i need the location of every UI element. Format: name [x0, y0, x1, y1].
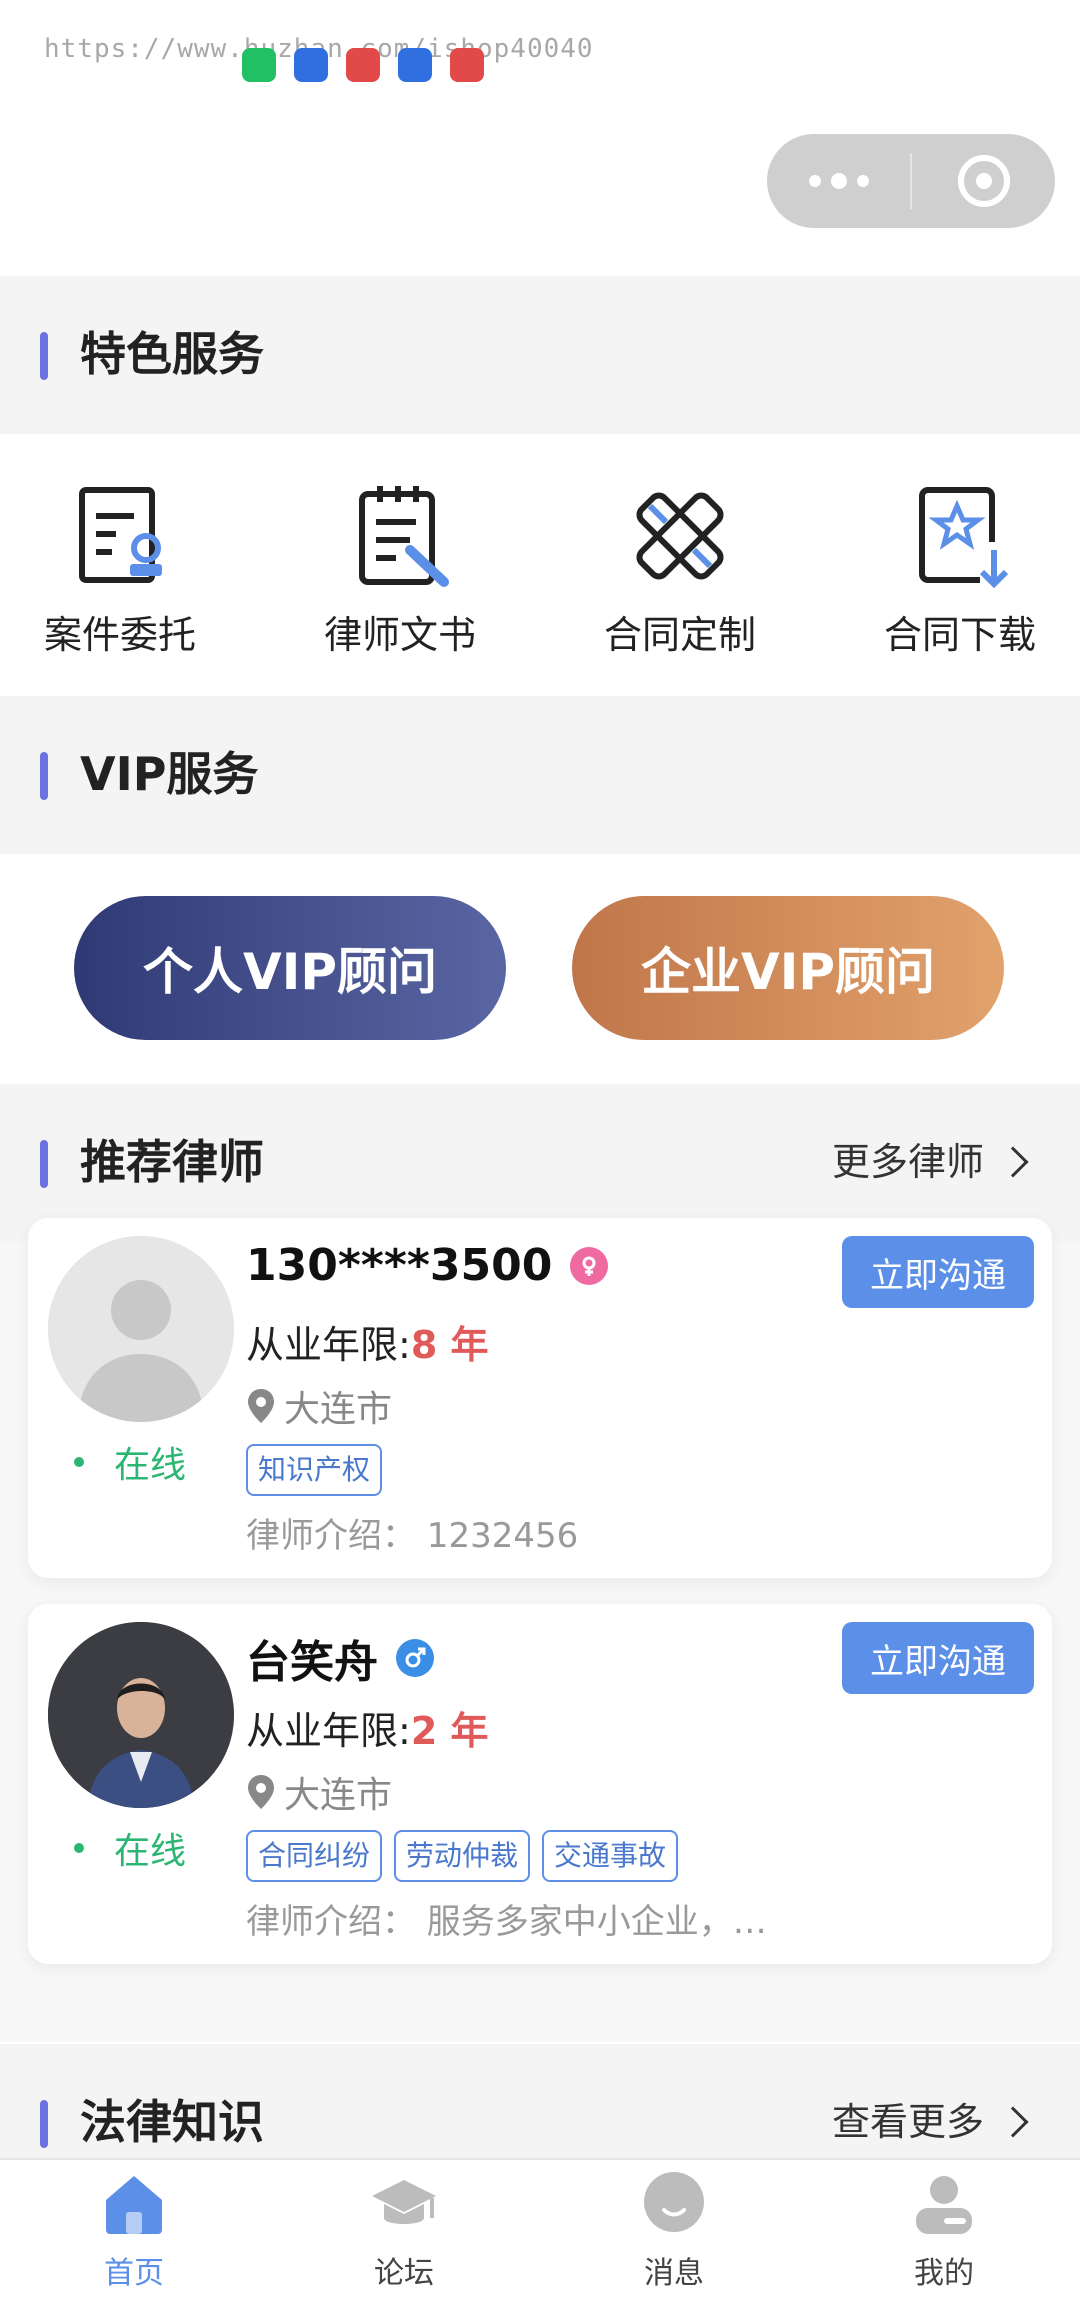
status-area: https://www.huzhan.com/ishop40040 — [0, 0, 1080, 276]
experience-years: 8 年 — [410, 1323, 489, 1367]
mini-program-capsule — [767, 134, 1055, 228]
lawyer-photo — [48, 1622, 234, 1808]
lawyers-list: 在线 130****3500 从业年限:8 年 大连市 知识产权 律师介绍： 1… — [0, 1218, 1080, 2042]
location: 大连市 — [246, 1380, 392, 1432]
online-label: 在线 — [114, 1831, 187, 1872]
feature-label: 合同下载 — [883, 613, 1036, 657]
experience-years: 2 年 — [410, 1709, 489, 1753]
app-icon-blue — [294, 48, 328, 82]
tab-mine[interactable]: 我的 — [844, 2170, 1044, 2292]
vip-section-header: VIP服务 — [0, 696, 1080, 854]
app-icon-bulb — [398, 48, 432, 82]
bottom-tab-bar: 首页 论坛 消息 我的 — [0, 2158, 1080, 2310]
vip-buttons: 个人VIP顾问 企业VIP顾问 — [0, 854, 1080, 1084]
avatar — [48, 1622, 234, 1808]
practice-tag: 知识产权 — [246, 1444, 383, 1496]
target-icon[interactable] — [912, 155, 1055, 207]
app-icon-red — [346, 48, 380, 82]
experience: 从业年限:8 年 — [246, 1314, 488, 1369]
section-accent-bar — [40, 752, 48, 800]
lawyer-card[interactable]: 在线 台笑舟 从业年限:2 年 大连市 合同纠纷 劳动仲裁 交通事故 律师介绍：… — [28, 1604, 1052, 1964]
tab-label: 我的 — [914, 2256, 974, 2291]
city-label: 大连市 — [284, 1389, 393, 1430]
feature-contract-custom[interactable]: 合同定制 — [580, 476, 780, 659]
tab-label: 首页 — [104, 2256, 164, 2291]
feature-label: 案件委托 — [43, 613, 196, 657]
features-grid: 案件委托 律师文书 合同定制 合同下载 — [0, 434, 1080, 696]
practice-tag: 劳动仲裁 — [394, 1830, 531, 1882]
feature-case-entrust[interactable]: 案件委托 — [20, 476, 220, 659]
male-icon — [396, 1639, 434, 1677]
location-pin-icon — [248, 1775, 274, 1809]
practice-tags: 合同纠纷 劳动仲裁 交通事故 — [246, 1830, 679, 1882]
default-avatar-icon — [48, 1236, 234, 1422]
section-title: 法律知识 — [80, 2095, 264, 2149]
experience-label: 从业年限: — [246, 1323, 411, 1367]
lawyer-name-text: 台笑舟 — [246, 1637, 378, 1688]
online-dot-icon — [74, 1843, 84, 1853]
personal-vip-button[interactable]: 个人VIP顾问 — [74, 896, 506, 1040]
more-lawyers-label: 更多律师 — [831, 1140, 984, 1184]
enterprise-vip-button[interactable]: 企业VIP顾问 — [572, 896, 1004, 1040]
lawyer-intro: 律师介绍： 服务多家中小企业，… — [246, 1902, 767, 1942]
view-more-label: 查看更多 — [831, 2100, 984, 2144]
section-title: 推荐律师 — [80, 1135, 264, 1189]
features-section-header: 特色服务 — [0, 276, 1080, 434]
contract-download-icon — [919, 487, 1009, 589]
feature-label: 律师文书 — [323, 613, 476, 657]
practice-tag: 合同纠纷 — [246, 1830, 383, 1882]
lawyer-document-icon — [359, 486, 449, 587]
user-icon — [916, 2176, 972, 2234]
feature-contract-download[interactable]: 合同下载 — [860, 476, 1060, 659]
home-icon — [106, 2176, 162, 2234]
tab-label: 消息 — [644, 2256, 704, 2291]
more-lawyers-link[interactable]: 更多律师 — [831, 1134, 1029, 1190]
tab-label: 论坛 — [374, 2256, 434, 2291]
more-dots-icon[interactable] — [767, 134, 910, 228]
online-status: 在线 — [74, 1822, 186, 1874]
tab-messages[interactable]: 消息 — [574, 2170, 774, 2292]
case-entrust-icon — [79, 487, 162, 583]
chevron-right-icon — [997, 1146, 1029, 1178]
online-label: 在线 — [114, 1445, 187, 1486]
message-icon — [644, 2172, 704, 2232]
chevron-right-icon — [997, 2106, 1029, 2138]
tab-home[interactable]: 首页 — [34, 2170, 234, 2292]
section-accent-bar — [40, 332, 48, 380]
status-icons — [242, 48, 484, 82]
app-icon-card — [450, 48, 484, 82]
practice-tags: 知识产权 — [246, 1444, 383, 1496]
lawyer-intro: 律师介绍： 1232456 — [246, 1516, 579, 1556]
online-dot-icon — [74, 1457, 84, 1467]
avatar — [48, 1236, 234, 1422]
section-accent-bar — [40, 1140, 48, 1188]
lawyer-name-text: 130****3500 — [246, 1240, 553, 1291]
graduation-cap-icon — [372, 2180, 436, 2224]
contract-custom-icon — [636, 492, 724, 580]
location-pin-icon — [248, 1389, 274, 1423]
chat-now-button[interactable]: 立即沟通 — [842, 1236, 1034, 1308]
tab-forum[interactable]: 论坛 — [304, 2170, 504, 2292]
female-icon — [570, 1246, 609, 1285]
feature-label: 合同定制 — [603, 613, 756, 657]
view-more-link[interactable]: 查看更多 — [831, 2094, 1029, 2150]
practice-tag: 交通事故 — [542, 1830, 679, 1882]
experience-label: 从业年限: — [246, 1709, 411, 1753]
chat-now-button[interactable]: 立即沟通 — [842, 1622, 1034, 1694]
lawyer-card[interactable]: 在线 130****3500 从业年限:8 年 大连市 知识产权 律师介绍： 1… — [28, 1218, 1052, 1578]
online-status: 在线 — [74, 1436, 186, 1488]
lawyer-name: 130****3500 — [246, 1240, 609, 1291]
section-title: 特色服务 — [80, 327, 264, 381]
city-label: 大连市 — [284, 1775, 393, 1816]
section-accent-bar — [40, 2100, 48, 2148]
location: 大连市 — [246, 1766, 392, 1818]
section-title: VIP服务 — [80, 747, 259, 801]
wechat-icon — [242, 48, 276, 82]
experience: 从业年限:2 年 — [246, 1700, 488, 1755]
feature-lawyer-document[interactable]: 律师文书 — [300, 476, 500, 659]
lawyer-name: 台笑舟 — [246, 1626, 434, 1690]
